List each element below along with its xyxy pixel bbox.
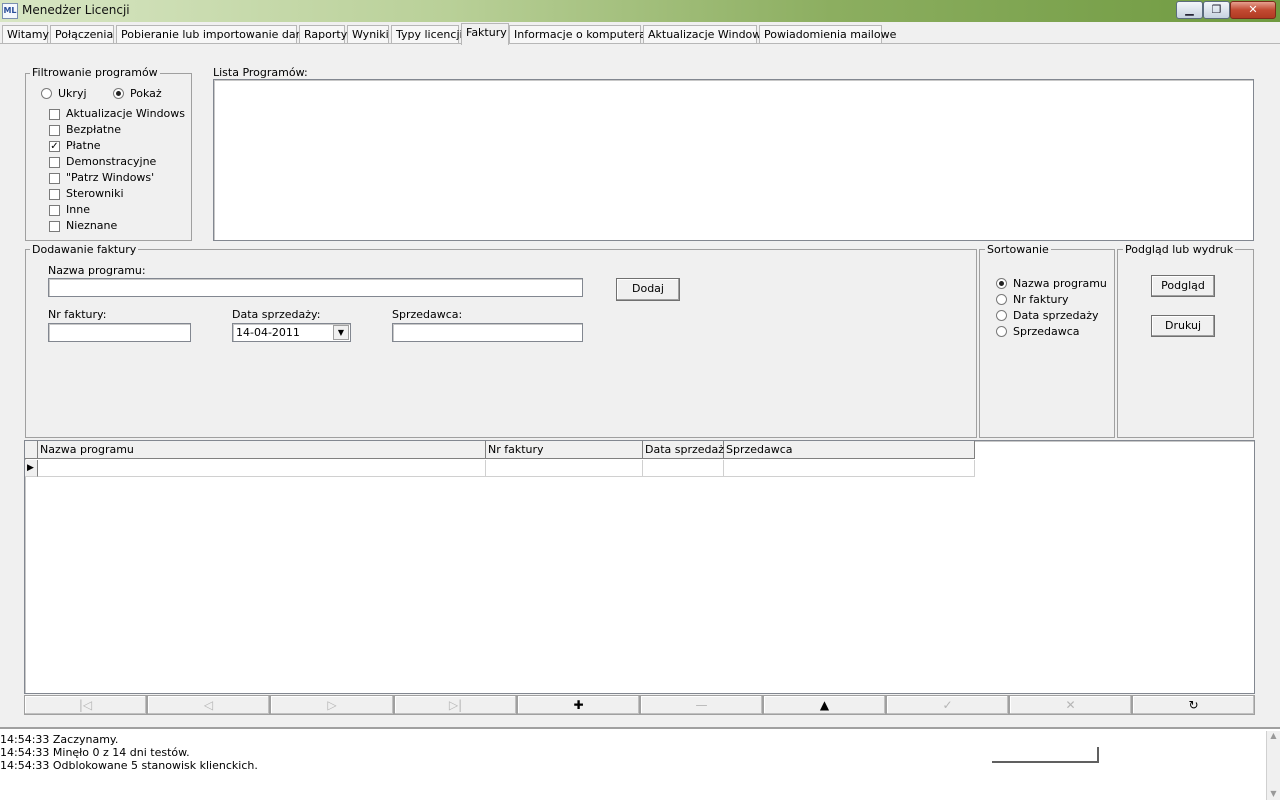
preview-button[interactable]: Podgląd bbox=[1151, 275, 1215, 297]
filter-checkbox-aktualizacje[interactable] bbox=[49, 109, 60, 120]
log-line: 14:54:33 Zaczynamy. bbox=[0, 733, 119, 746]
nav-edit-button[interactable]: ▲ bbox=[763, 695, 886, 715]
preview-legend: Podgląd lub wydruk bbox=[1123, 243, 1236, 256]
db-navigator: |◁ ◁ ▷ ▷| ✚ — ▲ ✓ ✕ ↻ bbox=[24, 695, 1255, 715]
filter-checkbox-demonstracyjne[interactable] bbox=[49, 157, 60, 168]
tab-aktualizacje[interactable]: Aktualizacje Windows bbox=[643, 25, 767, 44]
close-button[interactable]: ✕ bbox=[1230, 1, 1276, 19]
cell-invoice-no[interactable] bbox=[486, 460, 643, 477]
table-row[interactable]: ▶ bbox=[25, 460, 975, 478]
nav-last-button[interactable]: ▷| bbox=[394, 695, 517, 715]
scroll-up-icon[interactable]: ▲ bbox=[1267, 731, 1280, 740]
filter-label-patrz-windows: "Patrz Windows' bbox=[66, 171, 155, 184]
grid-header-program-name[interactable]: Nazwa programu bbox=[38, 441, 486, 459]
nav-next-button[interactable]: ▷ bbox=[270, 695, 394, 715]
sort-label-program-name: Nazwa programu bbox=[1013, 277, 1107, 290]
filter-label-inne: Inne bbox=[66, 203, 90, 216]
grid-header-invoice-no[interactable]: Nr faktury bbox=[486, 441, 643, 459]
print-button[interactable]: Drukuj bbox=[1151, 315, 1215, 337]
hide-radio[interactable] bbox=[41, 88, 52, 99]
filter-legend: Filtrowanie programów bbox=[30, 66, 160, 79]
tab-pobieranie[interactable]: Pobieranie lub importowanie danych bbox=[116, 25, 322, 44]
cell-sale-date[interactable] bbox=[643, 460, 724, 477]
nav-prior-button[interactable]: ◁ bbox=[147, 695, 270, 715]
filter-checkbox-bezplatne[interactable] bbox=[49, 125, 60, 136]
filter-label-nieznane: Nieznane bbox=[66, 219, 118, 232]
filter-label-aktualizacje: Aktualizacje Windows bbox=[66, 107, 186, 120]
sale-date-label: Data sprzedaży: bbox=[232, 308, 321, 321]
show-label: Pokaż bbox=[130, 87, 162, 100]
filter-label-bezplatne: Bezpłatne bbox=[66, 123, 121, 136]
filter-checkbox-inne[interactable] bbox=[49, 205, 60, 216]
sort-label-invoice-no: Nr faktury bbox=[1013, 293, 1069, 306]
sort-radio-invoice-no[interactable] bbox=[996, 294, 1007, 305]
log-scrollbar[interactable]: ▲ ▼ bbox=[1266, 731, 1280, 800]
hide-label: Ukryj bbox=[58, 87, 87, 100]
invoice-no-label: Nr faktury: bbox=[48, 308, 107, 321]
show-radio[interactable] bbox=[113, 88, 124, 99]
cell-seller[interactable] bbox=[724, 460, 975, 477]
nav-insert-button[interactable]: ✚ bbox=[517, 695, 640, 715]
filter-checkbox-nieznane[interactable] bbox=[49, 221, 60, 232]
sale-date-value: 14-04-2011 bbox=[236, 326, 300, 339]
program-name-label: Nazwa programu: bbox=[48, 264, 146, 277]
tab-faktury[interactable]: Faktury bbox=[461, 23, 509, 45]
sort-label-sale-date: Data sprzedaży bbox=[1013, 309, 1099, 322]
tab-witamy[interactable]: Witamy bbox=[2, 25, 49, 44]
program-list[interactable] bbox=[213, 79, 1254, 241]
sort-radio-program-name[interactable] bbox=[996, 278, 1007, 289]
sorting-legend: Sortowanie bbox=[985, 243, 1051, 256]
title-bar bbox=[0, 0, 1280, 22]
invoice-grid[interactable]: Nazwa programu Nr faktury Data sprzedaży… bbox=[24, 440, 1255, 694]
scroll-down-icon[interactable]: ▼ bbox=[1267, 789, 1280, 798]
nav-first-button[interactable]: |◁ bbox=[24, 695, 147, 715]
progress-bar bbox=[992, 747, 1099, 763]
nav-refresh-button[interactable]: ↻ bbox=[1132, 695, 1255, 715]
add-invoice-legend: Dodawanie faktury bbox=[30, 243, 139, 256]
tab-strip: Witamy Połączenia Pobieranie lub importo… bbox=[0, 23, 1280, 45]
filter-label-platne: Płatne bbox=[66, 139, 101, 152]
sale-date-picker[interactable]: 14-04-2011 ▼ bbox=[232, 323, 351, 342]
tab-polaczenia[interactable]: Połączenia bbox=[50, 25, 114, 44]
grid-header-seller[interactable]: Sprzedawca bbox=[724, 441, 975, 459]
minimize-button[interactable]: ▁ bbox=[1176, 1, 1203, 19]
filter-checkbox-sterowniki[interactable] bbox=[49, 189, 60, 200]
chevron-down-icon[interactable]: ▼ bbox=[333, 325, 349, 340]
filter-label-demonstracyjne: Demonstracyjne bbox=[66, 155, 157, 168]
window-title: Menedżer Licencji bbox=[22, 3, 130, 17]
nav-post-button[interactable]: ✓ bbox=[886, 695, 1009, 715]
sort-radio-seller[interactable] bbox=[996, 326, 1007, 337]
tab-typy-licencji[interactable]: Typy licencji bbox=[391, 25, 463, 44]
tab-raporty[interactable]: Raporty bbox=[299, 25, 347, 44]
maximize-button[interactable]: ❐ bbox=[1203, 1, 1230, 19]
add-button[interactable]: Dodaj bbox=[616, 278, 680, 301]
app-icon: ML bbox=[2, 3, 18, 19]
grid-indicator-header bbox=[25, 441, 38, 459]
log-line: 14:54:33 Odblokowane 5 stanowisk klienck… bbox=[0, 759, 258, 772]
seller-input[interactable] bbox=[392, 323, 583, 342]
invoice-no-input[interactable] bbox=[48, 323, 191, 342]
sort-radio-sale-date[interactable] bbox=[996, 310, 1007, 321]
tab-divider bbox=[0, 43, 1280, 44]
row-indicator-icon: ▶ bbox=[25, 460, 38, 477]
tab-powiadomienia[interactable]: Powiadomienia mailowe bbox=[759, 25, 896, 44]
nav-cancel-button[interactable]: ✕ bbox=[1009, 695, 1132, 715]
filter-checkbox-platne[interactable]: ✓ bbox=[49, 141, 60, 152]
log-line: 14:54:33 Minęło 0 z 14 dni testów. bbox=[0, 746, 190, 759]
program-name-input[interactable] bbox=[48, 278, 583, 297]
program-list-label: Lista Programów: bbox=[213, 66, 308, 79]
grid-header: Nazwa programu Nr faktury Data sprzedaży… bbox=[25, 441, 975, 460]
seller-label: Sprzedawca: bbox=[392, 308, 463, 321]
sort-label-seller: Sprzedawca bbox=[1013, 325, 1080, 338]
filter-label-sterowniki: Sterowniki bbox=[66, 187, 124, 200]
nav-delete-button[interactable]: — bbox=[640, 695, 763, 715]
tab-wyniki[interactable]: Wyniki bbox=[347, 25, 389, 44]
filter-checkbox-patrz-windows[interactable] bbox=[49, 173, 60, 184]
tab-informacje[interactable]: Informacje o komputerach bbox=[509, 25, 659, 44]
grid-header-sale-date[interactable]: Data sprzedaży bbox=[643, 441, 731, 459]
cell-program-name[interactable] bbox=[38, 460, 486, 477]
